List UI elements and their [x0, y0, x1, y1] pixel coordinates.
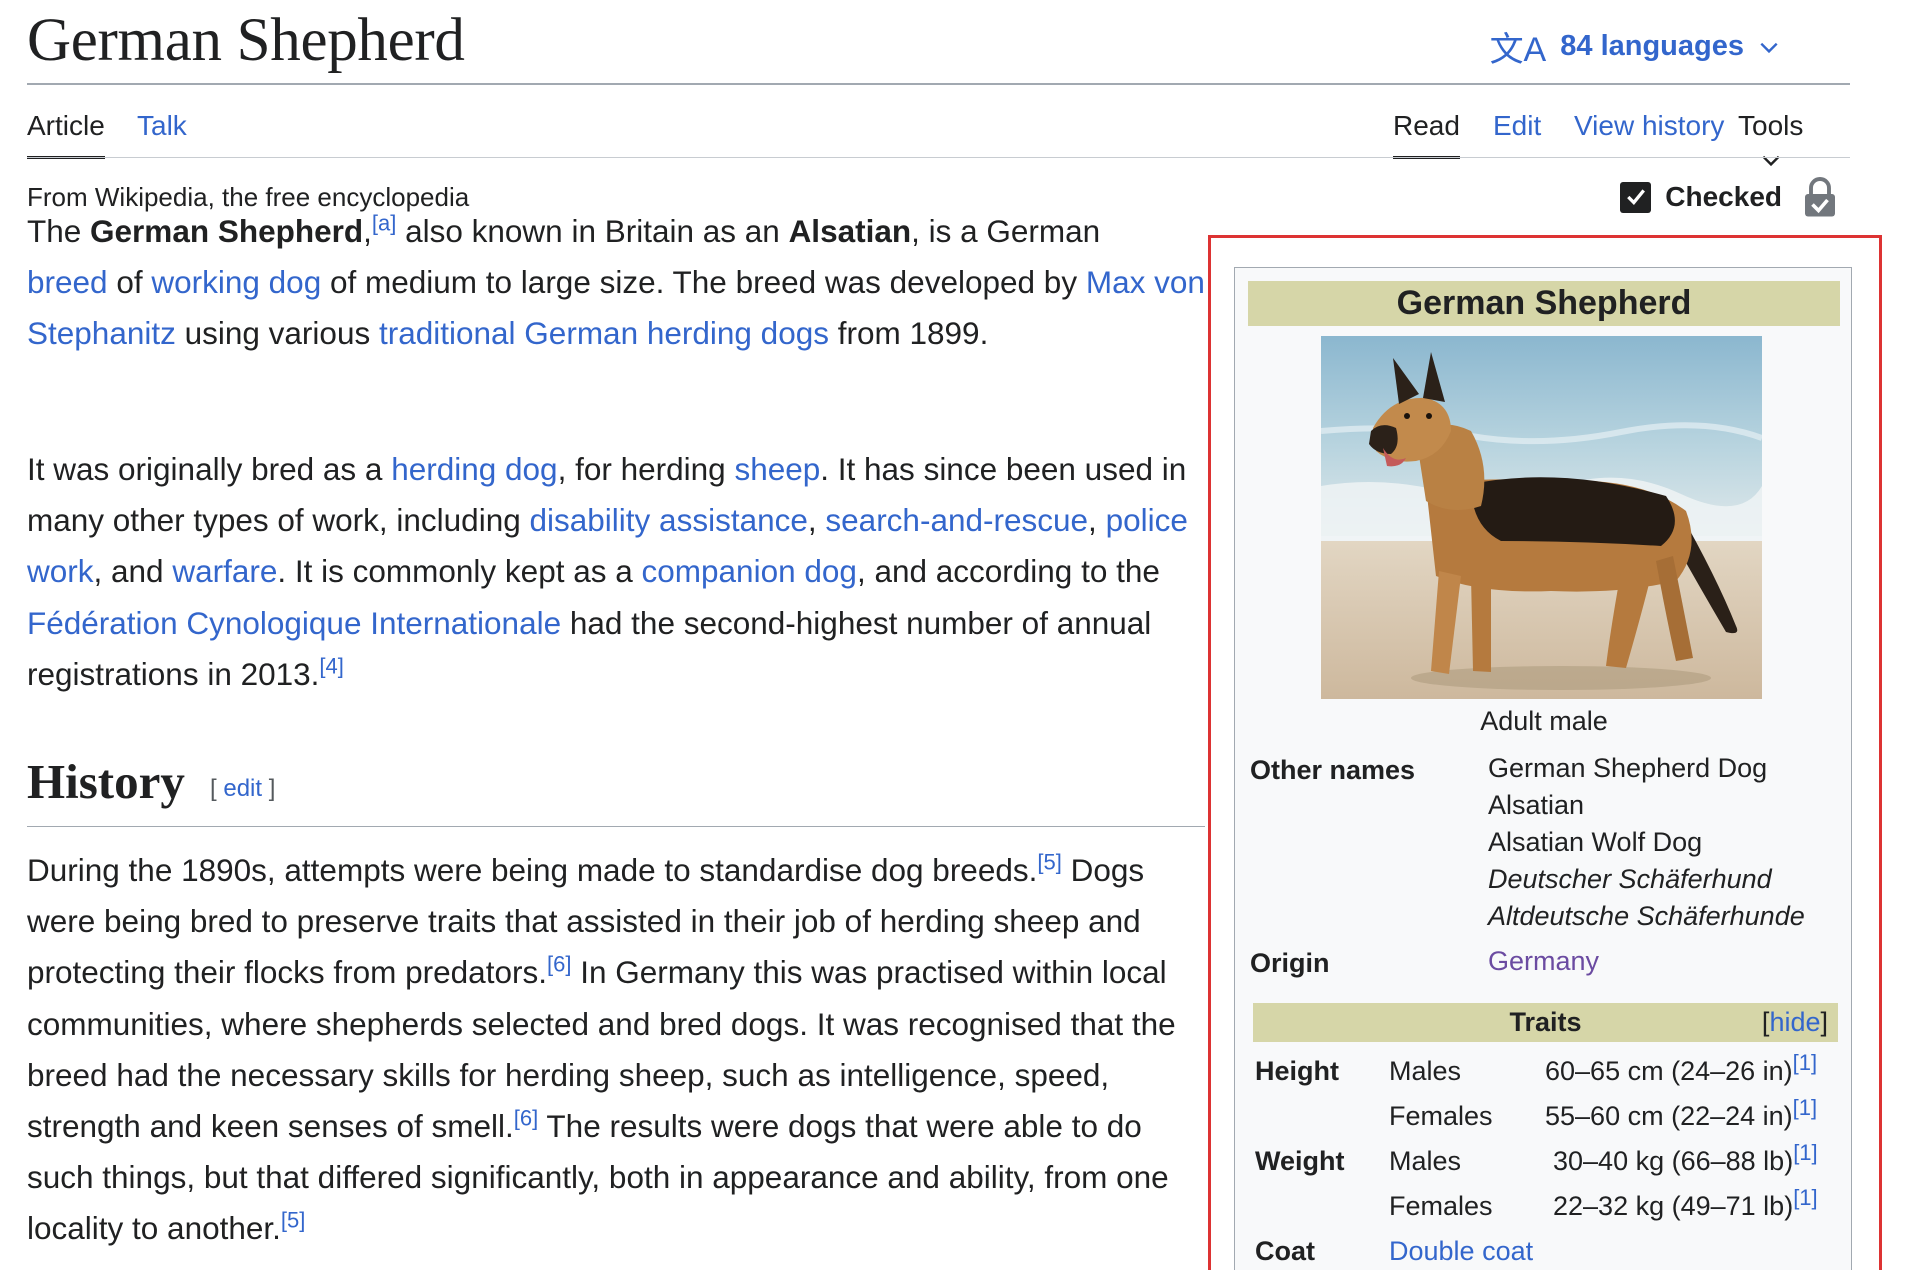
link-fci[interactable]: Fédération Cynologique Internationale [27, 605, 561, 641]
checked-badge[interactable]: Checked [1620, 176, 1838, 218]
page-title: German Shepherd [27, 7, 465, 74]
translate-icon: 文A [1489, 31, 1547, 69]
languages-label: 84 languages [1560, 30, 1744, 62]
other-name-item: Alsatian [1488, 790, 1585, 820]
link-double-coat[interactable]: Double coat [1389, 1236, 1533, 1267]
footnote-ref[interactable]: [6] [547, 952, 571, 977]
tab-talk[interactable]: Talk [137, 110, 187, 156]
page-tabs: Article Talk Read Edit View history Tool… [27, 104, 1850, 166]
trait-sex: Females [1389, 1101, 1493, 1131]
chevron-down-icon [1762, 155, 1780, 166]
dog-photo-illustration [1321, 336, 1762, 699]
link-herding-dog[interactable]: herding dog [391, 451, 557, 487]
traits-header: Traits [hide] [1253, 1003, 1838, 1042]
other-name-item: Deutscher Schäferhund [1488, 864, 1772, 894]
checkbox-checked-icon [1620, 181, 1652, 213]
hide-button[interactable]: hide [1769, 1007, 1820, 1037]
tab-view-history[interactable]: View history [1574, 110, 1724, 156]
tab-read[interactable]: Read [1393, 110, 1460, 159]
link-working-dog[interactable]: working dog [151, 264, 321, 300]
tabs-divider [27, 157, 1850, 158]
other-names-label: Other names [1250, 755, 1416, 785]
coat-label: Coat [1255, 1236, 1315, 1266]
image-caption: Adult male [1480, 706, 1608, 736]
trait-value: 22–32 kg (49–71 lb)[1] [1553, 1185, 1818, 1222]
section-edit-link: [ edit ] [210, 775, 276, 802]
traits-hide-toggle: [hide] [1761, 1007, 1828, 1037]
bold-term: German Shepherd [90, 213, 364, 249]
footnote-ref[interactable]: [5] [1037, 850, 1061, 875]
link-sheep[interactable]: sheep [734, 451, 820, 487]
link-warfare[interactable]: warfare [172, 553, 277, 589]
link-search-and-rescue[interactable]: search-and-rescue [825, 502, 1088, 538]
languages-button[interactable]: 文A 84 languages [1490, 22, 1780, 71]
link-companion-dog[interactable]: companion dog [642, 553, 857, 589]
other-name-item: Altdeutsche Schäferhunde [1488, 901, 1805, 931]
lock-icon [1805, 177, 1835, 217]
footnote-ref[interactable]: [1] [1793, 1140, 1817, 1165]
trait-label: Weight [1255, 1146, 1345, 1176]
chevron-down-icon [1760, 42, 1778, 53]
traits-label: Traits [1509, 1007, 1582, 1037]
tab-article[interactable]: Article [27, 110, 105, 159]
trait-value: 30–40 kg (66–88 lb)[1] [1553, 1140, 1818, 1177]
infobox: German Shepherd Adult male Other names G… [1234, 267, 1852, 1270]
infobox-title: German Shepherd [1248, 281, 1840, 326]
link-disability-assistance[interactable]: disability assistance [530, 502, 808, 538]
trait-sex: Males [1389, 1056, 1462, 1086]
intro-paragraph-2: It was originally bred as a herding dog,… [27, 451, 1188, 692]
trait-value: 55–60 cm (22–24 in)[1] [1545, 1095, 1818, 1132]
tab-edit[interactable]: Edit [1493, 110, 1541, 156]
trait-value: 60–65 cm (24–26 in)[1] [1545, 1050, 1818, 1087]
other-name-item: Alsatian Wolf Dog [1488, 827, 1703, 857]
section-heading-history: History [27, 754, 185, 809]
other-name-item: German Shepherd Dog [1488, 753, 1768, 783]
edit-section-button[interactable]: edit [223, 775, 262, 802]
footnote-ref[interactable]: [4] [319, 653, 343, 678]
footnote-ref[interactable]: [a] [372, 211, 396, 236]
section-divider [27, 826, 1205, 827]
title-divider [27, 83, 1850, 85]
history-paragraph: During the 1890s, attempts were being ma… [27, 849, 1176, 1247]
footnote-ref[interactable]: [5] [281, 1208, 305, 1233]
link-origin-germany[interactable]: Germany [1488, 946, 1599, 977]
trait-sex: Females [1389, 1191, 1493, 1221]
tab-tools-label: Tools [1738, 110, 1804, 141]
origin-label: Origin [1250, 948, 1330, 978]
dog-photo[interactable] [1321, 336, 1762, 699]
link-traditional-herding-dogs[interactable]: traditional German herding dogs [379, 315, 829, 351]
trait-label: Height [1255, 1056, 1339, 1086]
intro-paragraph-1: The German Shepherd,[a] also known in Br… [27, 210, 1205, 352]
footnote-ref[interactable]: [1] [1793, 1050, 1817, 1075]
footnote-ref[interactable]: [6] [514, 1106, 538, 1131]
footnote-ref[interactable]: [1] [1793, 1185, 1817, 1210]
bold-term: Alsatian [788, 213, 912, 249]
checked-label: Checked [1665, 181, 1782, 212]
link-breed[interactable]: breed [27, 264, 108, 300]
footnote-ref[interactable]: [1] [1793, 1095, 1817, 1120]
trait-sex: Males [1389, 1146, 1462, 1176]
